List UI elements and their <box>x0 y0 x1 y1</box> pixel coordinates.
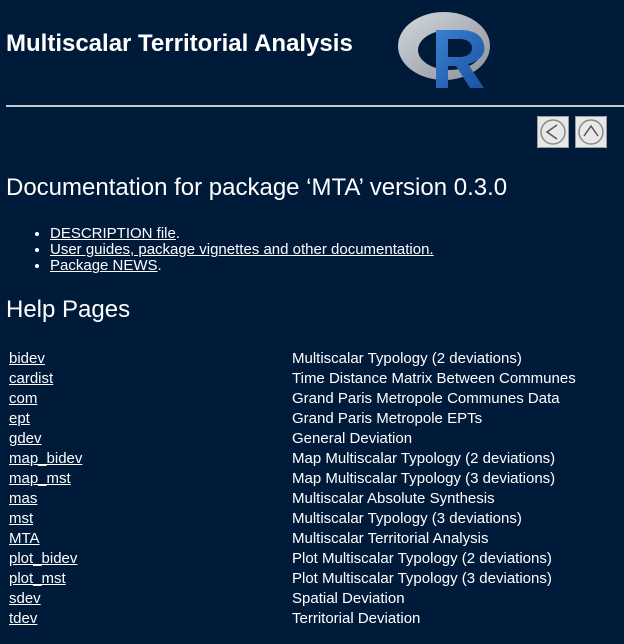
topic-description: Multiscalar Typology (3 deviations) <box>292 510 522 527</box>
topic-link[interactable]: ept <box>9 410 30 427</box>
topic-link[interactable]: bidev <box>9 350 45 367</box>
table-row: ept Grand Paris Metropole EPTs <box>7 409 578 429</box>
description-file-link[interactable]: DESCRIPTION file <box>50 225 176 242</box>
arrow-left-icon <box>540 119 566 145</box>
link-suffix: . <box>175 225 181 242</box>
table-row: map_bidev Map Multiscalar Typology (2 dev… <box>7 449 578 469</box>
r-logo-icon <box>398 12 490 88</box>
topic-description: Time Distance Matrix Between Communes <box>292 370 576 387</box>
table-row: map_mst Map Multiscalar Typology (3 devia… <box>7 469 578 489</box>
topic-description: Multiscalar Absolute Synthesis <box>292 490 495 507</box>
topic-link[interactable]: plot_mst <box>9 570 66 587</box>
documentation-links: DESCRIPTION file. User guides, package v… <box>30 226 434 274</box>
topic-description: Territorial Deviation <box>292 610 421 627</box>
list-item: Package NEWS. <box>50 258 434 274</box>
topic-description: Plot Multiscalar Typology (2 deviations) <box>292 550 552 567</box>
list-item: User guides, package vignettes and other… <box>50 242 434 258</box>
topic-description: Grand Paris Metropole Communes Data <box>292 390 560 407</box>
topic-link[interactable]: com <box>9 390 37 407</box>
topic-link[interactable]: tdev <box>9 610 37 627</box>
page-header: Multiscalar Territorial Analysis <box>0 0 624 100</box>
topic-description: Map Multiscalar Typology (3 deviations) <box>292 470 556 487</box>
back-button[interactable] <box>537 116 569 148</box>
link-suffix: . <box>157 257 162 274</box>
table-row: bidev Multiscalar Typology (2 deviations) <box>7 349 578 369</box>
table-row: MTA Multiscalar Territorial Analysis <box>7 529 578 549</box>
topic-description: Multiscalar Typology (2 deviations) <box>292 350 522 367</box>
table-row: sdev Spatial Deviation <box>7 589 578 609</box>
topic-link[interactable]: plot_bidev <box>9 550 77 567</box>
documentation-title: Documentation for package ‘MTA’ version … <box>6 174 508 201</box>
table-row: gdev General Deviation <box>7 429 578 449</box>
arrow-up-icon <box>578 119 604 145</box>
topic-description: Spatial Deviation <box>292 590 405 607</box>
table-row: com Grand Paris Metropole Communes Data <box>7 389 578 409</box>
site-title: Multiscalar Territorial Analysis <box>6 30 353 57</box>
topic-link[interactable]: gdev <box>9 430 42 447</box>
table-row: mas Multiscalar Absolute Synthesis <box>7 489 578 509</box>
topic-description: Multiscalar Territorial Analysis <box>292 530 489 547</box>
topic-description: Map Multiscalar Typology (2 deviations) <box>292 450 556 467</box>
topic-link[interactable]: cardist <box>9 370 53 387</box>
table-row: plot_mst Plot Multiscalar Typology (3 dev… <box>7 569 578 589</box>
topic-link[interactable]: map_mst <box>9 470 71 487</box>
table-row: mst Multiscalar Typology (3 deviations) <box>7 509 578 529</box>
topic-link[interactable]: map_bidev <box>9 450 82 467</box>
topic-link[interactable]: MTA <box>9 530 40 547</box>
help-pages-table: bidev Multiscalar Typology (2 deviations)… <box>7 349 578 629</box>
user-guides-link[interactable]: User guides, package vignettes and other… <box>50 241 434 258</box>
table-row: plot_bidev Plot Multiscalar Typology (2 d… <box>7 549 578 569</box>
up-button[interactable] <box>575 116 607 148</box>
topic-link[interactable]: sdev <box>9 590 41 607</box>
package-news-link[interactable]: Package NEWS <box>50 257 158 274</box>
table-row: tdev Territorial Deviation <box>7 609 578 629</box>
topic-description: General Deviation <box>292 430 413 447</box>
topic-link[interactable]: mst <box>9 510 33 527</box>
topic-description: Grand Paris Metropole EPTs <box>292 410 483 427</box>
topic-link[interactable]: mas <box>9 490 37 507</box>
table-row: cardist Time Distance Matrix Between Comm… <box>7 369 578 389</box>
topic-description: Plot Multiscalar Typology (3 deviations) <box>292 570 552 587</box>
header-divider <box>6 105 624 107</box>
help-pages-heading: Help Pages <box>6 296 131 323</box>
list-item: DESCRIPTION file. <box>50 226 434 242</box>
